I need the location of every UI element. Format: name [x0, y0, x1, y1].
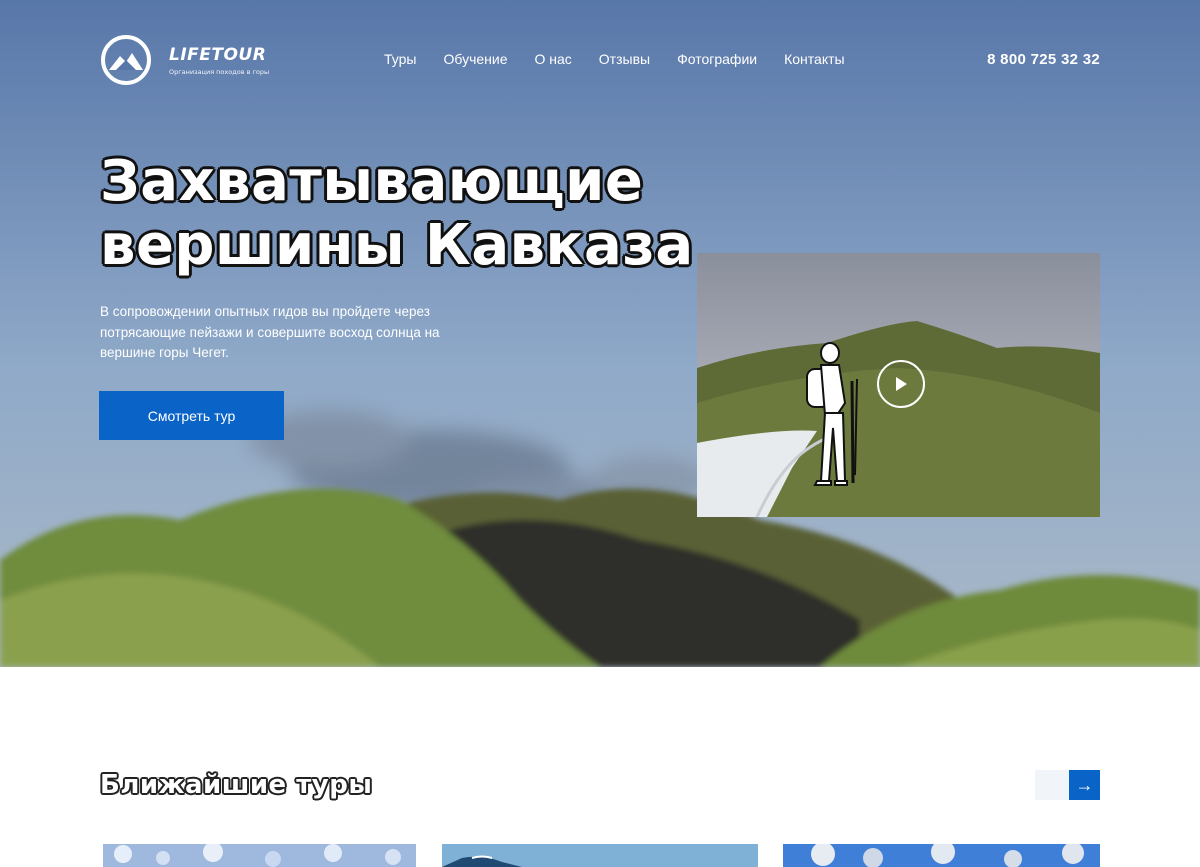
nav-item-contacts[interactable]: Контакты [784, 51, 844, 67]
hero-section: LIFETOUR Организация походов в горы Туры… [0, 0, 1200, 667]
tour-card[interactable] [103, 844, 416, 867]
logo-tagline: Организация походов в горы [169, 67, 270, 76]
tour-card-image [442, 844, 758, 867]
tour-card[interactable] [783, 844, 1100, 867]
tour-card[interactable] [442, 844, 758, 867]
arrow-right-icon: → [1075, 774, 1094, 795]
mountain-logo-icon [101, 35, 151, 85]
nav-item-about[interactable]: О нас [535, 51, 572, 67]
video-preview[interactable] [697, 253, 1100, 517]
site-header: LIFETOUR Организация походов в горы Туры… [0, 0, 1200, 120]
logo[interactable]: LIFETOUR Организация походов в горы [100, 34, 269, 86]
watch-tour-button[interactable]: Смотреть тур [99, 391, 284, 440]
nav-item-education[interactable]: Обучение [443, 51, 507, 67]
main-nav: Туры Обучение О нас Отзывы Фотографии Ко… [384, 51, 872, 67]
phone-number[interactable]: 8 800 725 32 32 [987, 51, 1100, 68]
hero-description: В сопровождении опытных гидов вы пройдет… [100, 304, 440, 360]
tours-section-title: Ближайшие туры [100, 770, 373, 800]
tour-card-image [103, 844, 416, 867]
hero-title: Захватывающие вершины Кавказа [100, 150, 800, 278]
nav-item-tours[interactable]: Туры [384, 51, 416, 67]
play-icon[interactable] [877, 360, 925, 408]
nav-item-reviews[interactable]: Отзывы [599, 51, 650, 67]
tour-card-image [783, 844, 1100, 867]
slider-next-button[interactable]: → [1069, 770, 1100, 800]
nav-item-photos[interactable]: Фотографии [677, 51, 757, 67]
slider-prev-button[interactable] [1035, 770, 1069, 800]
hero-title-line1: Захватывающие [100, 149, 644, 214]
hero-title-line2: вершины Кавказа [100, 213, 694, 278]
logo-name: LIFETOUR [169, 44, 267, 65]
